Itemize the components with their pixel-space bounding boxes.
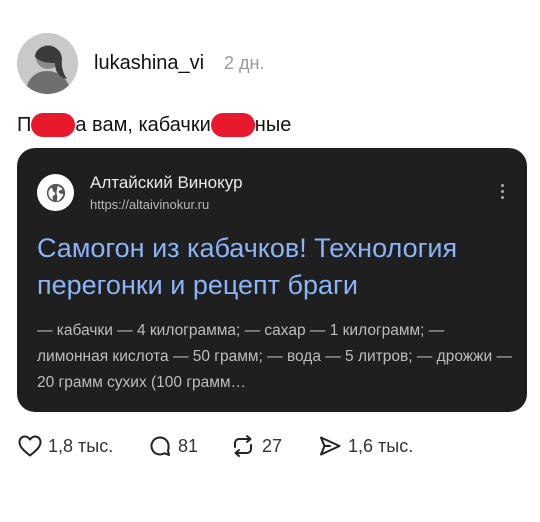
- link-preview-card[interactable]: Алтайский Винокур https://altaivinokur.r…: [17, 148, 527, 412]
- avatar[interactable]: [17, 33, 78, 94]
- repost-count: 27: [262, 435, 283, 456]
- link-title[interactable]: Самогон из кабачков! Технология перегонк…: [37, 230, 512, 304]
- repost-icon: [234, 435, 252, 457]
- heart-icon: [18, 435, 42, 457]
- post-text-part-1: П: [17, 114, 32, 136]
- like-button[interactable]: 1,8 тыс.: [18, 433, 113, 459]
- more-vertical-icon[interactable]: [499, 184, 505, 204]
- site-url: https://altaivinokur.ru: [90, 197, 210, 212]
- repost-button[interactable]: 27: [230, 433, 282, 459]
- like-count: 1,8 тыс.: [48, 435, 114, 456]
- post-timestamp: 2 дн.: [224, 53, 265, 73]
- username[interactable]: lukashina_vi: [94, 52, 204, 75]
- link-snippet: — кабачки — 4 килограмма; — сахар — 1 ки…: [37, 322, 512, 391]
- site-name: Алтайский Винокур: [90, 173, 243, 192]
- post-text: Па вам, кабачки ные: [17, 112, 291, 138]
- share-button[interactable]: 1,6 тыс.: [318, 433, 413, 459]
- reply-count: 81: [178, 435, 199, 456]
- send-icon: [320, 436, 341, 456]
- post-text-part-2: а вам, кабачки: [75, 114, 211, 136]
- share-count: 1,6 тыс.: [348, 435, 414, 456]
- reply-button[interactable]: 81: [148, 433, 198, 459]
- globe-icon: [37, 174, 74, 211]
- comment-icon: [150, 436, 170, 456]
- redaction-mark: [210, 113, 255, 137]
- redaction-mark: [31, 113, 76, 137]
- post-text-part-3: ные: [254, 114, 292, 136]
